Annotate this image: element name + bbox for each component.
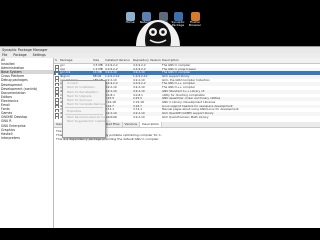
desktop: HomeNetworkDebian ReferenceSynaptic Pack… (0, 0, 320, 240)
main-content: All Installed Administration Base System Cro… (0, 58, 320, 229)
context-menu-item[interactable]: Mark for Complete Removal (63, 102, 106, 106)
context-menu-item[interactable]: Mark Suggested for Installation (63, 119, 111, 123)
col-repository-version[interactable]: Repository Version (132, 58, 161, 63)
tab-versions[interactable]: Versions (123, 122, 141, 127)
desktop-icon-label: Firefox Browser (188, 20, 202, 28)
package-description: GCC Quad-Precision Math Library (162, 115, 209, 119)
tab-description[interactable]: Description (140, 122, 163, 127)
package-context-menu: Unmark Mark for Installation Mark for Rein… (62, 80, 117, 138)
firefox-desktop-icon[interactable]: Firefox Browser (185, 12, 205, 28)
menu-settings[interactable]: Settings (33, 53, 46, 57)
col-installed-version[interactable]: Installed Version (104, 58, 132, 63)
menu-package[interactable]: Package (13, 53, 26, 57)
section-list: All Installed Administration Base System Cro… (0, 58, 54, 229)
synaptic-window: Synaptic Package Manager File Package Se… (0, 46, 320, 229)
screen-bottom-border (0, 228, 320, 240)
menu-file[interactable]: File (2, 53, 7, 57)
description-panel: The GNU C compiler This is the GNU C com… (54, 128, 320, 229)
repository-version: 4.9.2-10 (133, 115, 145, 119)
col-package[interactable]: Package (59, 58, 92, 63)
context-menu-item[interactable]: Properties (63, 109, 105, 113)
col-size[interactable]: Size (92, 58, 104, 63)
section-item[interactable]: Interpreters (0, 136, 53, 140)
col-description[interactable]: Description (161, 58, 320, 63)
debian-mascot-wallpaper (130, 12, 186, 46)
